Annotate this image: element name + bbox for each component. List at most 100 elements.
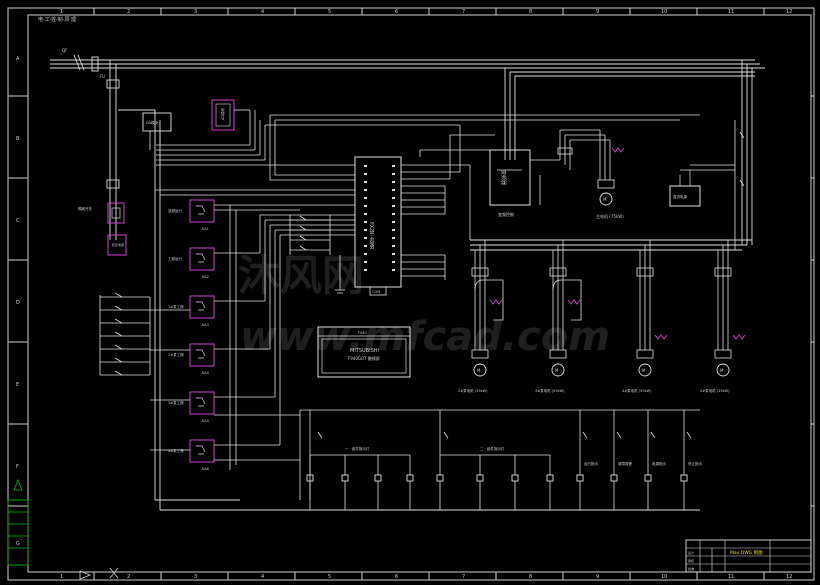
zone-num: 1 (60, 574, 63, 580)
revision-stamp (7, 478, 29, 566)
group-label: 故障报警 (618, 461, 632, 466)
zone-num: 7 (462, 574, 465, 580)
pump-motor-5: M (714, 240, 746, 377)
outer-border (7, 7, 815, 581)
inverter-sub: 变频控制 (498, 211, 514, 217)
relay-tag: KA1 (202, 227, 209, 231)
zone-num: 10 (661, 9, 667, 15)
title-row: 审核 (688, 558, 694, 563)
plc-output-wiring (401, 125, 495, 280)
hmi-brand: MITSUBISHI (350, 348, 379, 354)
relay-desc: 4#泵工频 (168, 448, 184, 453)
zone-num: 1 (60, 9, 63, 15)
relay-ka5 (189, 391, 215, 415)
relay-tag: KA5 (202, 419, 209, 423)
left-feed (106, 60, 700, 511)
watermark-line2: www.mfcad.com (240, 314, 610, 360)
inverter-overload (611, 147, 625, 153)
zone-num: 11 (728, 9, 734, 15)
zone-letter: E (16, 382, 19, 388)
relay-ka1 (189, 199, 215, 223)
title-row: 设计 (688, 550, 694, 555)
group-label: 一 · 组件指示灯 (345, 446, 370, 451)
zone-num: 2 (127, 574, 130, 580)
title-row: 批准 (688, 566, 694, 571)
title-block-rows: 设计 审核 批准 (688, 550, 694, 571)
dc-supply-box (669, 170, 701, 207)
inverter-wiring (530, 129, 611, 205)
relay-ka3 (189, 295, 215, 319)
zone-num: 6 (395, 574, 398, 580)
indicator-wiring (299, 409, 700, 510)
main-motor-label: 主电机 (75kW) (596, 213, 624, 219)
right-breakers (680, 120, 745, 250)
inverter-label: 变频器 (500, 170, 507, 185)
zone-letter: F (16, 464, 19, 470)
relay-tag: KA6 (202, 467, 209, 471)
relay-ka4 (189, 343, 215, 367)
pump-label: 4#泵电机 (55kW) (622, 388, 652, 393)
zone-numbers: 1 2 3 4 5 6 7 8 9 10 11 12 1 2 3 4 5 6 7… (16, 9, 792, 580)
zone-letter: A (16, 56, 20, 62)
zone-num: 12 (786, 574, 792, 580)
zone-num: 5 (328, 9, 331, 15)
pump-motor-4: M (636, 240, 668, 377)
zone-num: 11 (728, 574, 734, 580)
zone-num: 7 (462, 9, 465, 15)
relay-ka2 (189, 247, 215, 271)
fuse-label: FU (100, 74, 105, 79)
relay-labels: 变频运行 工频运行 1#泵工频 2#泵工频 3#泵工频 4#泵工频 KA1 KA… (168, 208, 210, 471)
hmi-header: F940 (358, 331, 367, 335)
group-label: 运行指示 (584, 461, 598, 466)
relay-tag: KA4 (202, 371, 210, 375)
main-breaker-label: QF (62, 48, 68, 53)
da-module-label: DA模块 (146, 120, 159, 125)
zone-letter: D (16, 300, 20, 306)
group-label: 电源指示 (652, 461, 666, 466)
relay-ka6 (189, 439, 215, 463)
dc-supply-label: 直流电源 (673, 194, 687, 199)
relay-desc: 变频运行 (168, 208, 182, 213)
switch-label: 隔离开关 (78, 206, 92, 211)
relay-tag: KA2 (202, 275, 209, 279)
zone-num: 2 (127, 9, 130, 15)
corner-label: 电·工·控·制·原·理 (38, 16, 76, 23)
svg-text:M: M (555, 368, 559, 373)
svg-text:M: M (603, 197, 607, 202)
power-box-label: 稳压电源 (112, 242, 124, 247)
zone-num: 8 (529, 9, 532, 15)
pump-label: 5#泵电机 (55kW) (700, 388, 730, 393)
zone-ticks (8, 8, 814, 580)
inner-border (27, 14, 812, 573)
zone-num: 3 (194, 9, 197, 15)
svg-text:M: M (477, 368, 481, 373)
plc-model-label: FX2N-48MR (368, 222, 374, 250)
schematic-drawing: 1 2 3 4 5 6 7 8 9 10 11 12 1 2 3 4 5 6 7… (7, 7, 815, 581)
plc-bottom-label: COM (372, 290, 380, 294)
zone-num: 6 (395, 9, 398, 15)
zone-letter: C (16, 218, 20, 224)
relay-desc: 2#泵工频 (168, 352, 184, 357)
zone-num: 8 (529, 574, 532, 580)
zone-num: 4 (261, 574, 264, 580)
zone-num: 4 (261, 9, 264, 15)
svg-text:M: M (720, 368, 724, 373)
svg-text:M: M (642, 368, 646, 373)
zone-num: 3 (194, 574, 197, 580)
bottom-arrow-marks (79, 567, 119, 580)
group-label: 二 · 组件指示灯 (480, 446, 505, 451)
pump-label: 3#泵电机 (55kW) (535, 388, 565, 393)
pump-label: 2#泵电机 (55kW) (458, 388, 488, 393)
zone-num: 9 (596, 9, 599, 15)
zone-num: 12 (786, 9, 792, 15)
ad-module-label: AD模块 (220, 107, 225, 120)
zone-num: 9 (596, 574, 599, 580)
main-breaker (73, 54, 99, 72)
title-block-title: Max.DWG 制图 (730, 549, 763, 556)
zone-letter: B (16, 136, 20, 142)
relay-desc: 1#泵工频 (168, 304, 184, 309)
input-switches (99, 292, 151, 376)
zone-num: 5 (328, 574, 331, 580)
module-wiring (149, 109, 700, 181)
relay-desc: 工频运行 (168, 256, 182, 261)
